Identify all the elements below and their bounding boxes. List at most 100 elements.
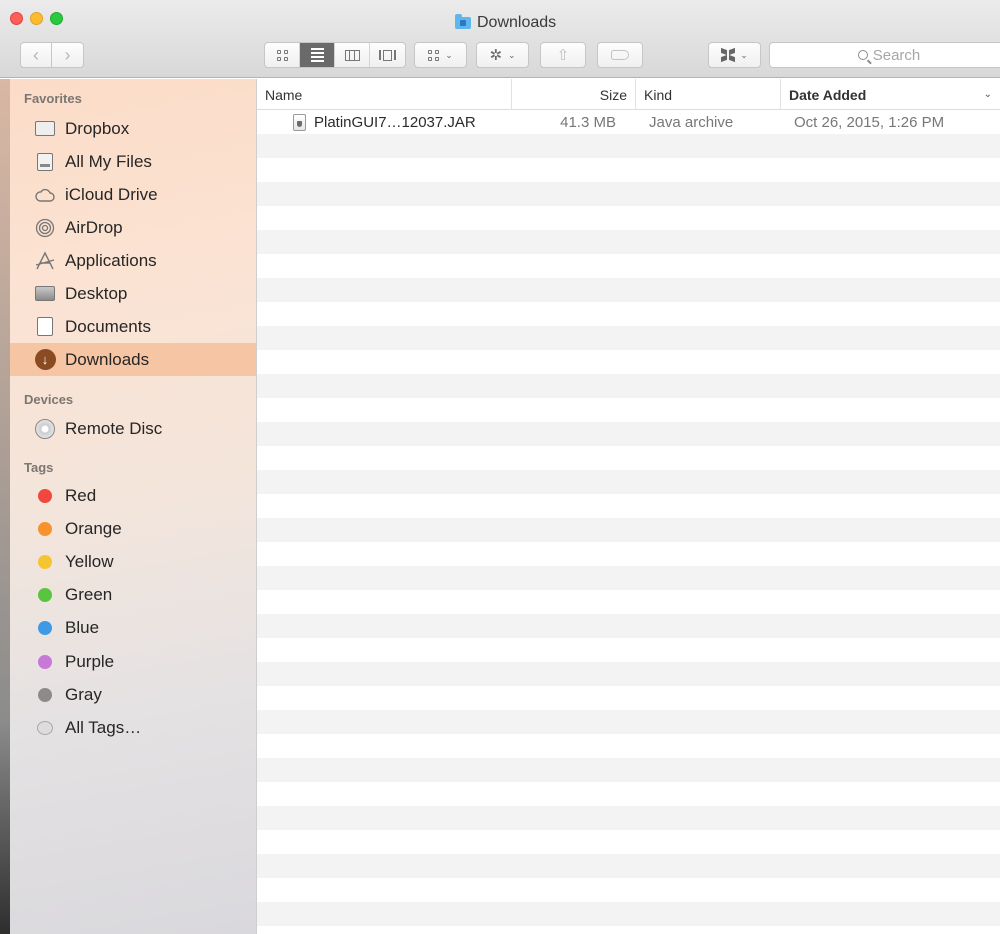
arrange-button[interactable]: ⌄ <box>414 42 467 68</box>
sidebar-item-label: Documents <box>65 316 151 336</box>
file-name: PlatinGUI7…12037.JAR <box>314 113 476 131</box>
desktop-edge <box>0 79 10 934</box>
sidebar-item-label: Remote Disc <box>65 418 163 438</box>
green-tag-dot-icon <box>34 584 56 606</box>
sidebar-item-downloads[interactable]: ↓ Downloads <box>10 343 256 376</box>
sidebar-item-tag-green[interactable]: Green <box>10 578 256 611</box>
view-mode-selector <box>264 42 406 68</box>
folder-icon <box>34 118 56 140</box>
sidebar-item-label: All My Files <box>65 151 152 171</box>
cover-flow-icon <box>379 49 396 61</box>
cover-flow-button[interactable] <box>370 43 405 67</box>
orange-tag-dot-icon <box>34 518 56 540</box>
list-view-button[interactable] <box>300 43 335 67</box>
action-button[interactable]: ✲ ⌄ <box>476 42 529 68</box>
favorites-heading: Favorites <box>24 91 82 106</box>
sidebar-item-documents[interactable]: Documents <box>10 310 256 343</box>
sidebar-item-label: Desktop <box>65 283 128 303</box>
disc-icon <box>34 418 56 440</box>
sidebar-item-all-tags[interactable]: All Tags… <box>10 711 256 744</box>
sort-chevron-down-icon: ⌄ <box>983 89 992 100</box>
close-window-button[interactable] <box>10 12 23 25</box>
documents-icon <box>34 316 56 338</box>
sidebar-item-icloud-drive[interactable]: iCloud Drive <box>10 178 256 211</box>
devices-heading: Devices <box>24 392 74 407</box>
sidebar-item-label: Orange <box>65 518 122 538</box>
sidebar-item-label: Blue <box>65 617 100 637</box>
tag-icon <box>611 50 629 60</box>
blue-tag-dot-icon <box>34 617 56 639</box>
chevron-down-icon: ⌄ <box>445 49 453 60</box>
icon-view-icon <box>276 49 288 61</box>
chevron-down-icon: ⌄ <box>508 49 516 60</box>
share-icon: ⇧ <box>556 47 570 64</box>
sidebar-item-remote-disc[interactable]: Remote Disc <box>10 412 256 445</box>
dropbox-icon <box>721 47 736 63</box>
column-header-label: Kind <box>644 86 673 103</box>
sidebar-item-applications[interactable]: Applications <box>10 244 256 277</box>
sidebar-item-tag-yellow[interactable]: Yellow <box>10 545 256 578</box>
list-view-icon <box>310 48 324 62</box>
column-header-label: Size <box>599 86 627 103</box>
forward-button[interactable]: › <box>52 42 84 68</box>
sidebar-item-tag-red[interactable]: Red <box>10 479 256 512</box>
window-title-text: Downloads <box>477 14 557 31</box>
downloads-icon: ↓ <box>34 349 56 371</box>
sidebar-item-label: All Tags… <box>65 717 142 737</box>
purple-tag-dot-icon <box>34 651 56 673</box>
sidebar-item-label: iCloud Drive <box>65 184 158 204</box>
sidebar-item-tag-blue[interactable]: Blue <box>10 611 256 644</box>
zoom-window-button[interactable] <box>50 12 63 25</box>
chevron-right-icon: › <box>64 44 71 65</box>
sidebar-item-dropbox[interactable]: Dropbox <box>10 112 256 145</box>
column-header-name[interactable]: Name <box>257 79 512 110</box>
column-header-label: Date Added <box>789 86 867 103</box>
column-view-button[interactable] <box>335 43 370 67</box>
search-icon <box>857 50 868 60</box>
sidebar-item-label: Yellow <box>65 551 114 571</box>
sidebar-item-label: Red <box>65 485 97 505</box>
yellow-tag-dot-icon <box>34 551 56 573</box>
search-field[interactable]: Search <box>769 42 1000 68</box>
icon-view-button[interactable] <box>265 43 300 67</box>
sidebar-item-label: Purple <box>65 651 115 671</box>
column-view-icon <box>344 49 360 61</box>
all-files-icon <box>34 151 56 173</box>
downloads-folder-icon <box>455 14 471 29</box>
edit-tags-button[interactable] <box>597 42 643 68</box>
column-header-bar: Name Size Kind Date Added ⌄ <box>257 79 1000 110</box>
sidebar-item-label: Downloads <box>65 349 150 369</box>
file-size: 41.3 MB <box>560 113 616 131</box>
airdrop-icon <box>34 217 56 239</box>
red-tag-dot-icon <box>34 485 56 507</box>
sidebar-item-label: Dropbox <box>65 118 130 138</box>
share-button[interactable]: ⇧ <box>540 42 586 68</box>
dropbox-button[interactable]: ⌄ <box>708 42 761 68</box>
sidebar-item-label: Gray <box>65 684 102 704</box>
toolbar: Downloads ‹ › ⌄ ✲ ⌄ ⇧ ⌄ Search <box>0 0 1000 78</box>
chevron-left-icon: ‹ <box>33 44 39 65</box>
column-header-date-added[interactable]: Date Added ⌄ <box>781 79 1000 110</box>
file-name-cell: PlatinGUI7…12037.JAR <box>293 110 476 134</box>
sidebar-item-label: Green <box>65 584 113 604</box>
back-button[interactable]: ‹ <box>20 42 52 68</box>
sidebar-item-tag-orange[interactable]: Orange <box>10 512 256 545</box>
applications-icon <box>34 250 56 272</box>
sidebar-item-all-my-files[interactable]: All My Files <box>10 145 256 178</box>
cloud-icon <box>34 184 56 206</box>
chevron-down-icon: ⌄ <box>740 49 748 60</box>
sidebar-item-desktop[interactable]: Desktop <box>10 277 256 310</box>
minimize-window-button[interactable] <box>30 12 43 25</box>
column-header-size[interactable]: Size <box>512 79 636 110</box>
arrange-grid-icon <box>428 49 440 61</box>
window-title: Downloads <box>455 13 556 33</box>
search-placeholder: Search <box>872 46 921 64</box>
sidebar-item-tag-purple[interactable]: Purple <box>10 645 256 678</box>
gear-icon: ✲ <box>489 47 503 64</box>
table-row[interactable]: PlatinGUI7…12037.JAR 41.3 MB Java archiv… <box>257 110 1000 134</box>
sidebar-item-tag-gray[interactable]: Gray <box>10 678 256 711</box>
sidebar-item-airdrop[interactable]: AirDrop <box>10 211 256 244</box>
sidebar-item-label: AirDrop <box>65 217 123 237</box>
file-list: Name Size Kind Date Added ⌄ PlatinGUI7…1… <box>257 79 1000 934</box>
column-header-kind[interactable]: Kind <box>636 79 781 110</box>
